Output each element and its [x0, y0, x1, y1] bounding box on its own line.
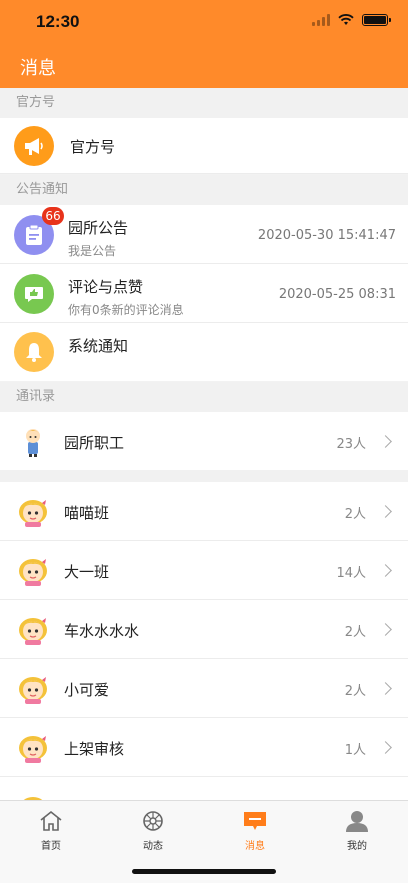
page-title: 消息	[20, 58, 56, 79]
status-icons	[312, 14, 391, 26]
profile-icon	[346, 811, 368, 832]
bell-icon	[14, 332, 54, 372]
class-name: 车水水水水	[64, 622, 140, 640]
battery-icon	[362, 14, 391, 26]
member-count: 23人	[336, 437, 366, 452]
tab-label: 首页	[41, 841, 61, 852]
thumbs-up-icon	[14, 274, 54, 314]
app-header: 12:30 消息	[0, 0, 408, 88]
member-count: 2人	[344, 684, 366, 699]
chevron-right-icon	[379, 505, 392, 518]
tab-messages[interactable]: 消息	[220, 809, 290, 852]
tab-home[interactable]: 首页	[16, 809, 86, 852]
unread-badge: 66	[42, 207, 64, 225]
child-avatar-icon	[19, 559, 47, 586]
wifi-icon	[338, 14, 354, 25]
notice-subtitle: 你有0条新的评论消息	[68, 303, 184, 317]
class-row[interactable]: 小可爱 2人	[0, 659, 408, 718]
notice-subtitle: 我是公告	[68, 244, 117, 258]
class-name: 喵喵班	[64, 504, 110, 522]
class-row[interactable]: 上架审核 1人	[0, 718, 408, 777]
tab-moments[interactable]: 动态	[118, 809, 188, 852]
notice-row-announcement[interactable]: 66 园所公告 我是公告 2020-05-30 15:41:47	[0, 205, 408, 264]
home-indicator	[132, 869, 276, 874]
member-count: 2人	[344, 625, 366, 640]
signal-icon	[312, 14, 330, 26]
notice-title: 评论与点赞	[68, 278, 144, 296]
status-time: 12:30	[36, 12, 80, 31]
tab-label: 消息	[245, 841, 265, 852]
status-bar: 12:30	[0, 0, 408, 44]
member-count: 14人	[336, 566, 366, 581]
class-row-partial[interactable]	[0, 777, 408, 800]
class-row[interactable]: 大一班 14人	[0, 541, 408, 600]
notice-time: 2020-05-25 08:31	[278, 287, 396, 302]
tab-label: 动态	[143, 841, 163, 852]
chevron-right-icon	[379, 741, 392, 754]
chevron-right-icon	[379, 564, 392, 577]
chevron-right-icon	[379, 435, 392, 448]
chevron-right-icon	[379, 682, 392, 695]
class-row[interactable]: 车水水水水 2人	[0, 600, 408, 659]
wheel-icon	[143, 811, 163, 831]
tab-profile[interactable]: 我的	[322, 809, 392, 852]
chevron-right-icon	[379, 623, 392, 636]
megaphone-icon	[14, 126, 54, 166]
class-name: 上架审核	[64, 740, 125, 758]
official-account-row[interactable]: 官方号	[0, 118, 408, 174]
class-row[interactable]: 喵喵班 2人	[0, 482, 408, 541]
notice-title: 园所公告	[68, 219, 129, 237]
child-avatar-icon	[19, 736, 47, 763]
staff-avatar-icon	[26, 429, 40, 457]
class-name: 小可爱	[64, 681, 110, 699]
notice-row-comments[interactable]: 评论与点赞 你有0条新的评论消息 2020-05-25 08:31	[0, 264, 408, 323]
section-header-official: 官方号	[0, 88, 408, 118]
home-icon	[40, 810, 62, 831]
contact-name: 园所职工	[64, 434, 125, 452]
contact-row-staff[interactable]: 园所职工 23人	[0, 412, 408, 470]
message-icon	[244, 812, 266, 830]
section-header-notices: 公告通知	[0, 175, 408, 205]
member-count: 1人	[344, 743, 366, 758]
notice-row-system[interactable]: 系统通知	[0, 323, 408, 381]
notice-title: 系统通知	[68, 337, 129, 355]
notice-time: 2020-05-30 15:41:47	[257, 228, 396, 243]
child-avatar-icon	[19, 500, 47, 527]
tab-label: 我的	[347, 841, 367, 852]
child-avatar-icon	[19, 677, 47, 704]
child-avatar-icon	[23, 797, 43, 800]
section-header-contacts: 通讯录	[0, 382, 408, 412]
child-avatar-icon	[19, 618, 47, 645]
section-gap	[0, 470, 408, 482]
member-count: 2人	[344, 507, 366, 522]
official-account-title: 官方号	[70, 138, 116, 156]
class-name: 大一班	[64, 563, 110, 581]
